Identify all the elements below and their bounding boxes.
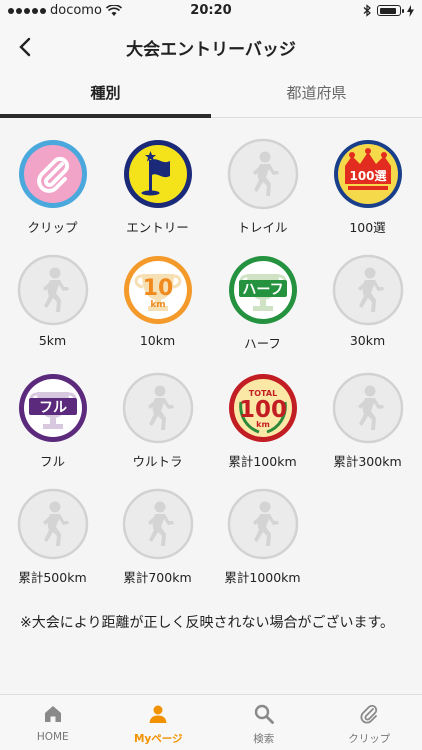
tab-bar: 種別 都道府県 [0, 72, 422, 118]
badge-item[interactable]: フル フル [0, 372, 105, 470]
trophy-icon: 10 km [105, 254, 210, 326]
svg-text:ハーフ: ハーフ [242, 282, 283, 298]
badge-item[interactable]: エントリー [105, 138, 210, 236]
tab-prefecture[interactable]: 都道府県 [211, 72, 422, 117]
laurel-icon: TOTAL 100 km [210, 372, 315, 444]
clip-icon [0, 138, 105, 210]
badge-label: 累計700km [123, 570, 192, 585]
locked-runner-icon [105, 372, 210, 444]
svg-text:フル: フル [39, 400, 67, 416]
nav-search-label: 検索 [253, 733, 275, 745]
home-icon [44, 706, 61, 722]
badge-item[interactable]: 5km [0, 254, 105, 348]
page-title: 大会エントリーバッジ [126, 40, 296, 60]
badge-item[interactable]: 100選 100選 [315, 138, 420, 236]
battery-icon [377, 5, 404, 16]
nav-mypage[interactable]: Myページ [106, 695, 212, 750]
person-icon [149, 705, 167, 723]
charging-icon [407, 4, 414, 17]
svg-text:km: km [256, 420, 270, 429]
nav-home-label: HOME [36, 731, 69, 743]
locked-runner-icon [0, 254, 105, 326]
badge-label: 累計1000km [224, 570, 301, 585]
badge-item[interactable]: トレイル [210, 138, 315, 236]
nav-home[interactable]: HOME [0, 695, 106, 750]
badge-label: 5km [38, 333, 67, 348]
badge-item[interactable]: 累計300km [315, 372, 420, 470]
svg-text:100選: 100選 [349, 169, 386, 183]
nav-clip[interactable]: クリップ [317, 695, 422, 750]
locked-runner-icon [210, 488, 315, 560]
status-bar: docomo 20:20 [0, 0, 422, 22]
badge-item[interactable]: 累計700km [105, 488, 210, 586]
badge-label: 累計500km [18, 570, 87, 585]
locked-runner-icon [210, 138, 315, 210]
badge-item[interactable]: 10 km 10km [105, 254, 210, 348]
bottom-navigation: HOME Myページ 検索 クリップ [0, 694, 422, 750]
badge-item[interactable]: 累計500km [0, 488, 105, 586]
nav-mypage-label: Myページ [133, 733, 183, 745]
badge-item[interactable]: ハーフ ハーフ [210, 254, 315, 352]
trophy-icon: ハーフ [210, 254, 315, 326]
nav-search[interactable]: 検索 [211, 695, 317, 750]
badge-label: 累計100km [228, 454, 297, 469]
search-icon [254, 704, 274, 724]
flag-icon [105, 138, 210, 210]
badge-item[interactable]: ウルトラ [105, 372, 210, 470]
badge-label: フル [39, 454, 65, 469]
trophy-icon: フル [0, 372, 105, 444]
crown-icon: 100選 [315, 138, 420, 210]
badge-item[interactable]: TOTAL 100 km 累計100km [210, 372, 315, 470]
badge-label: 10km [139, 333, 176, 348]
clip-icon [360, 704, 378, 724]
badge-label: 100選 [349, 220, 386, 235]
distance-note: ※大会により距離が正しく反映されない場合がございます。 [20, 615, 395, 631]
locked-runner-icon [105, 488, 210, 560]
badge-item[interactable]: 累計1000km [210, 488, 315, 586]
navigation-bar: 大会エントリーバッジ [0, 22, 422, 72]
locked-runner-icon [0, 488, 105, 560]
svg-text:km: km [150, 300, 165, 310]
locked-runner-icon [315, 372, 420, 444]
badge-item[interactable]: 30km [315, 254, 420, 348]
badge-label: ウルトラ [132, 454, 183, 469]
badge-label: クリップ [27, 220, 78, 235]
badge-label: トレイル [237, 220, 288, 235]
bluetooth-icon [363, 4, 371, 17]
badge-label: 累計300km [333, 454, 402, 469]
clock: 20:20 [190, 3, 232, 18]
locked-runner-icon [315, 254, 420, 326]
nav-clip-label: クリップ [348, 733, 391, 745]
badge-label: ハーフ [244, 336, 281, 351]
badge-label: エントリー [126, 220, 189, 235]
badge-item[interactable]: クリップ [0, 138, 105, 236]
badge-grid: クリップ エントリー トレイル 100選 100選 5km 10 km 10km ハーフ ハーフ 30… [0, 118, 422, 585]
svg-text:10: 10 [142, 276, 173, 301]
tab-type[interactable]: 種別 [0, 72, 211, 118]
badge-label: 30km [349, 333, 386, 348]
